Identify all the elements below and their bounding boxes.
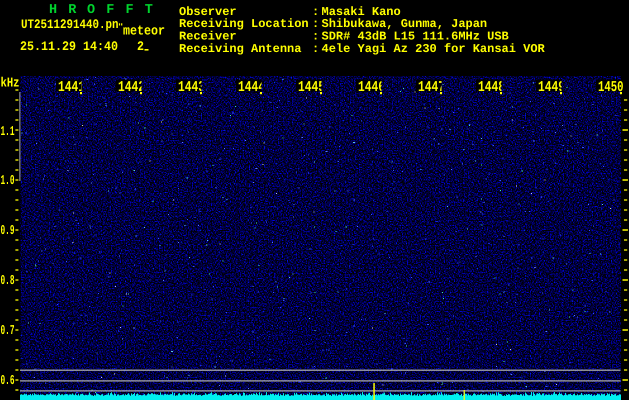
- svg-text:0.7: 0.7: [1, 324, 15, 339]
- svg-text:1.0: 1.0: [1, 174, 15, 189]
- svg-text:F: F: [126, 3, 134, 18]
- svg-text::: :: [312, 42, 319, 56]
- svg-text:25.11.29 14:40: 25.11.29 14:40: [20, 39, 118, 54]
- svg-text:4ele Yagi Az 230 for Kansai VO: 4ele Yagi Az 230 for Kansai VOR: [322, 42, 546, 56]
- svg-text:UT2511291440.pn: UT2511291440.pn: [21, 17, 119, 32]
- svg-text:0.9: 0.9: [1, 224, 15, 239]
- svg-text:1.1: 1.1: [1, 125, 15, 140]
- svg-text:T: T: [145, 3, 153, 18]
- svg-text:meteor: meteor: [123, 24, 165, 39]
- svg-text:2: 2: [137, 39, 144, 54]
- svg-text:kHz: kHz: [1, 76, 20, 91]
- svg-text:0.8: 0.8: [1, 274, 15, 289]
- svg-text:0.6: 0.6: [1, 374, 15, 389]
- svg-text:Receiving Antenna: Receiving Antenna: [179, 42, 301, 56]
